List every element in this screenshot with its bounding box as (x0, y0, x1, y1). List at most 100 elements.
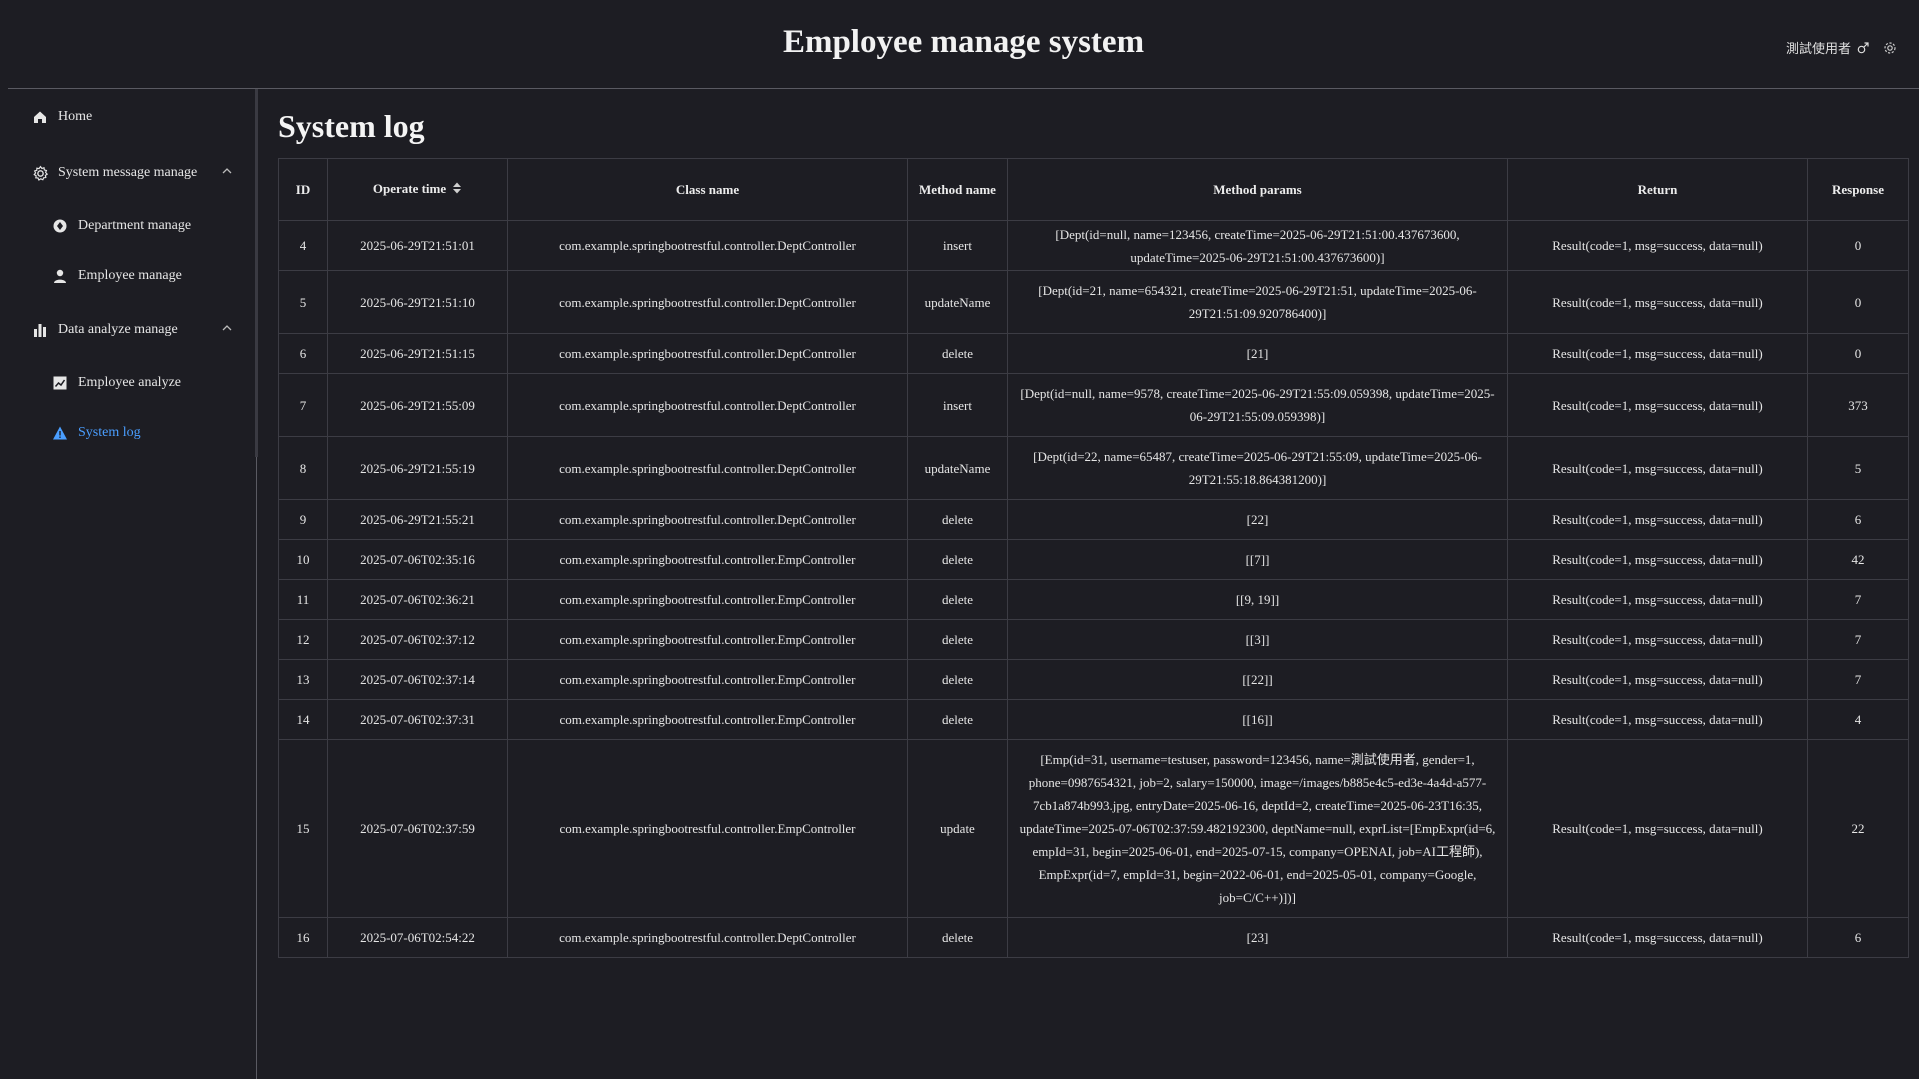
cell-response: 0 (1807, 333, 1909, 374)
cell-id: 11 (278, 579, 328, 620)
table-row[interactable]: 16 2025-07-06T02:54:22 com.example.springb… (278, 917, 1909, 958)
cell-class-name: com.example.springbootrestful.controller… (507, 373, 908, 437)
cell-return: Result(code=1, msg=success, data=null) (1507, 539, 1808, 580)
column-header-return: Return (1507, 158, 1808, 221)
table-row[interactable]: 4 2025-06-29T21:51:01 com.example.springbo… (278, 220, 1909, 271)
cell-operate-time: 2025-06-29T21:55:09 (327, 373, 508, 437)
cell-response: 42 (1807, 539, 1909, 580)
cell-class-name: com.example.springbootrestful.controller… (507, 619, 908, 660)
male-icon (1857, 41, 1869, 54)
cell-response: 0 (1807, 220, 1909, 271)
cell-id: 15 (278, 739, 328, 918)
table-row[interactable]: 11 2025-07-06T02:36:21 com.example.springb… (278, 579, 1909, 620)
cell-method-name: delete (907, 659, 1008, 700)
cell-return: Result(code=1, msg=success, data=null) (1507, 270, 1808, 334)
sidebar-item-home[interactable]: Home (0, 97, 255, 137)
cell-return: Result(code=1, msg=success, data=null) (1507, 373, 1808, 437)
sidebar-item-department-manage[interactable]: Department manage (0, 206, 255, 246)
cell-class-name: com.example.springbootrestful.controller… (507, 333, 908, 374)
cell-operate-time: 2025-07-06T02:37:59 (327, 739, 508, 918)
sidebar-item-label: Data analyze manage (58, 322, 178, 337)
page-title: System log (278, 108, 425, 144)
cell-operate-time: 2025-06-29T21:55:21 (327, 499, 508, 540)
cell-return: Result(code=1, msg=success, data=null) (1507, 917, 1808, 958)
cell-method-name: delete (907, 333, 1008, 374)
cell-return: Result(code=1, msg=success, data=null) (1507, 333, 1808, 374)
chevron-up-icon (221, 322, 233, 339)
table-row[interactable]: 7 2025-06-29T21:55:09 com.example.springbo… (278, 373, 1909, 437)
cell-method-name: insert (907, 373, 1008, 437)
sidebar-item-system-message-manage[interactable]: System message manage (0, 153, 255, 193)
cell-operate-time: 2025-06-29T21:51:10 (327, 270, 508, 334)
cell-response: 7 (1807, 579, 1909, 620)
column-header-label: Operate time (372, 181, 447, 197)
column-header-response: Response (1807, 158, 1909, 221)
cell-method-name: delete (907, 917, 1008, 958)
cell-operate-time: 2025-06-29T21:51:15 (327, 333, 508, 374)
cell-operate-time: 2025-07-06T02:54:22 (327, 917, 508, 958)
sidebar-item-employee-analyze[interactable]: Employee analyze (0, 363, 255, 403)
cell-class-name: com.example.springbootrestful.controller… (507, 659, 908, 700)
bar-chart-icon (30, 320, 50, 340)
column-header-method-params: Method params (1007, 158, 1508, 221)
column-header-class-name: Class name (507, 158, 908, 221)
sidebar-scrollbar[interactable] (255, 89, 258, 457)
cell-operate-time: 2025-07-06T02:36:21 (327, 579, 508, 620)
table-row[interactable]: 8 2025-06-29T21:55:19 com.example.springbo… (278, 436, 1909, 500)
cell-return: Result(code=1, msg=success, data=null) (1507, 220, 1808, 271)
cell-id: 16 (278, 917, 328, 958)
cell-method-params: [[16]] (1007, 699, 1508, 740)
cell-response: 7 (1807, 659, 1909, 700)
cell-method-name: delete (907, 579, 1008, 620)
cell-method-name: updateName (907, 270, 1008, 334)
cell-response: 22 (1807, 739, 1909, 918)
cell-method-params: [Emp(id=31, username=testuser, password=… (1007, 739, 1508, 918)
cell-class-name: com.example.springbootrestful.controller… (507, 270, 908, 334)
cell-response: 0 (1807, 270, 1909, 334)
system-log-table: ID Operate time Class name Method name M… (278, 158, 1909, 958)
warning-icon (50, 423, 70, 443)
table-row[interactable]: 13 2025-07-06T02:37:14 com.example.springb… (278, 659, 1909, 700)
table-row[interactable]: 5 2025-06-29T21:51:10 com.example.springbo… (278, 270, 1909, 334)
sort-icon[interactable] (452, 179, 462, 202)
cell-return: Result(code=1, msg=success, data=null) (1507, 619, 1808, 660)
cell-return: Result(code=1, msg=success, data=null) (1507, 436, 1808, 500)
cell-method-name: delete (907, 619, 1008, 660)
user-icon (50, 266, 70, 286)
cell-method-params: [22] (1007, 499, 1508, 540)
column-header-id: ID (278, 158, 328, 221)
table-row[interactable]: 10 2025-07-06T02:35:16 com.example.springb… (278, 539, 1909, 580)
department-icon (50, 216, 70, 236)
app-header: Employee manage system 測試使用者 (8, 0, 1919, 89)
user-menu[interactable]: 測試使用者 (1786, 38, 1897, 57)
cell-operate-time: 2025-07-06T02:37:31 (327, 699, 508, 740)
table-row[interactable]: 14 2025-07-06T02:37:31 com.example.springb… (278, 699, 1909, 740)
table-row[interactable]: 12 2025-07-06T02:37:12 com.example.springb… (278, 619, 1909, 660)
sidebar-item-system-log[interactable]: System log (0, 413, 255, 453)
cell-id: 7 (278, 373, 328, 437)
cell-id: 13 (278, 659, 328, 700)
cell-id: 12 (278, 619, 328, 660)
table-row[interactable]: 15 2025-07-06T02:37:59 com.example.springb… (278, 739, 1909, 918)
column-header-method-name: Method name (907, 158, 1008, 221)
sidebar-item-data-analyze-manage[interactable]: Data analyze manage (0, 310, 255, 350)
column-header-operate-time[interactable]: Operate time (327, 158, 508, 221)
cell-return: Result(code=1, msg=success, data=null) (1507, 699, 1808, 740)
cell-id: 4 (278, 220, 328, 271)
cell-class-name: com.example.springbootrestful.controller… (507, 436, 908, 500)
table-row[interactable]: 9 2025-06-29T21:55:21 com.example.springbo… (278, 499, 1909, 540)
line-chart-icon (50, 373, 70, 393)
sidebar-item-employee-manage[interactable]: Employee manage (0, 256, 255, 296)
sidebar-item-label: Home (58, 109, 93, 124)
app-title: Employee manage system (782, 24, 1145, 60)
settings-gear-icon[interactable] (1883, 41, 1897, 55)
cell-class-name: com.example.springbootrestful.controller… (507, 917, 908, 958)
cell-response: 6 (1807, 499, 1909, 540)
cell-method-params: [[9, 19]] (1007, 579, 1508, 620)
cell-method-params: [Dept(id=null, name=9578, createTime=202… (1007, 373, 1508, 437)
table-row[interactable]: 6 2025-06-29T21:51:15 com.example.springbo… (278, 333, 1909, 374)
cell-operate-time: 2025-07-06T02:37:12 (327, 619, 508, 660)
cell-response: 6 (1807, 917, 1909, 958)
cell-response: 5 (1807, 436, 1909, 500)
gear-icon (30, 163, 50, 183)
